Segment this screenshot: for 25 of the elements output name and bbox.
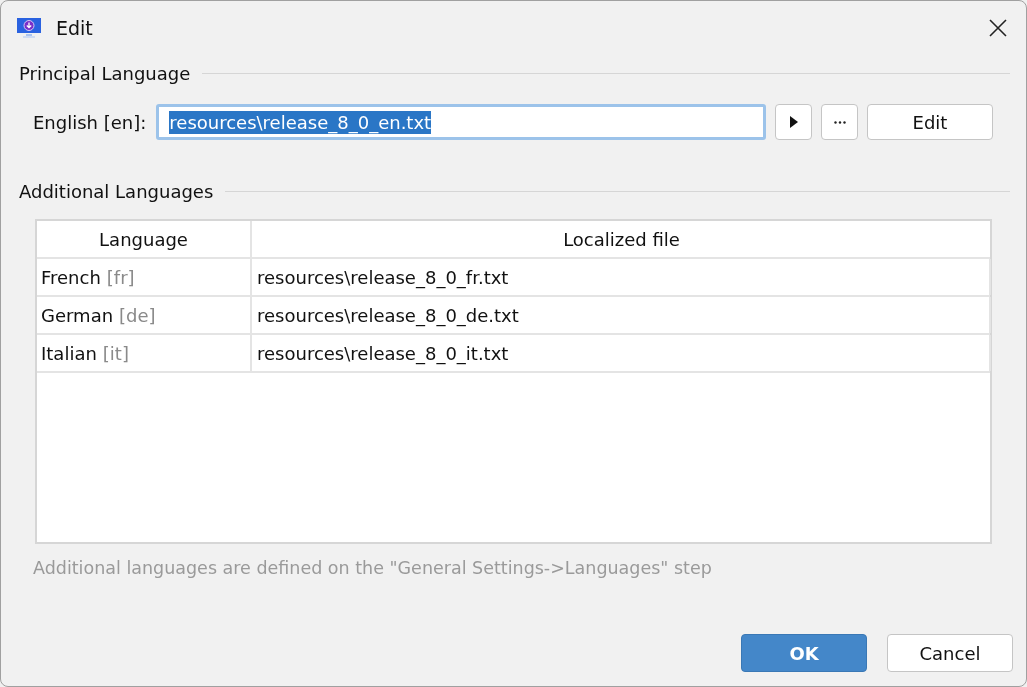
section-heading: Additional Languages: [19, 180, 214, 202]
ellipsis-icon: [833, 120, 846, 124]
language-code: [fr]: [106, 266, 135, 288]
language-name: French: [41, 266, 101, 288]
language-code: [de]: [119, 304, 156, 326]
section-heading: Principal Language: [19, 62, 191, 84]
window-title: Edit: [56, 17, 93, 39]
language-name: German: [41, 304, 114, 326]
column-header[interactable]: Language: [37, 221, 252, 257]
language-code: [it]: [102, 342, 129, 364]
monitor-icon: [16, 17, 42, 39]
hint-text: Additional languages are defined on the "General Settings->Languages" step: [32, 557, 713, 578]
input-field[interactable]: resources\release_8_0_en.txt: [156, 104, 766, 140]
column-header[interactable]: Localized file: [252, 221, 991, 257]
field-label: English [en]:: [33, 111, 147, 133]
language-name: Italian: [41, 342, 97, 364]
edit-button[interactable]: Edit: [867, 104, 993, 140]
table-cell: resources\release_8_0_it.txt: [252, 335, 991, 371]
play-button[interactable]: [775, 104, 812, 140]
ok-button[interactable]: OK: [741, 634, 867, 672]
triangle-icon: [789, 116, 798, 128]
table-cell: resources\release_8_0_de.txt: [252, 297, 991, 333]
table-cell: resources\release_8_0_fr.txt: [252, 259, 991, 295]
close-icon: [988, 18, 1008, 38]
cancel-button[interactable]: Cancel: [887, 634, 1013, 672]
